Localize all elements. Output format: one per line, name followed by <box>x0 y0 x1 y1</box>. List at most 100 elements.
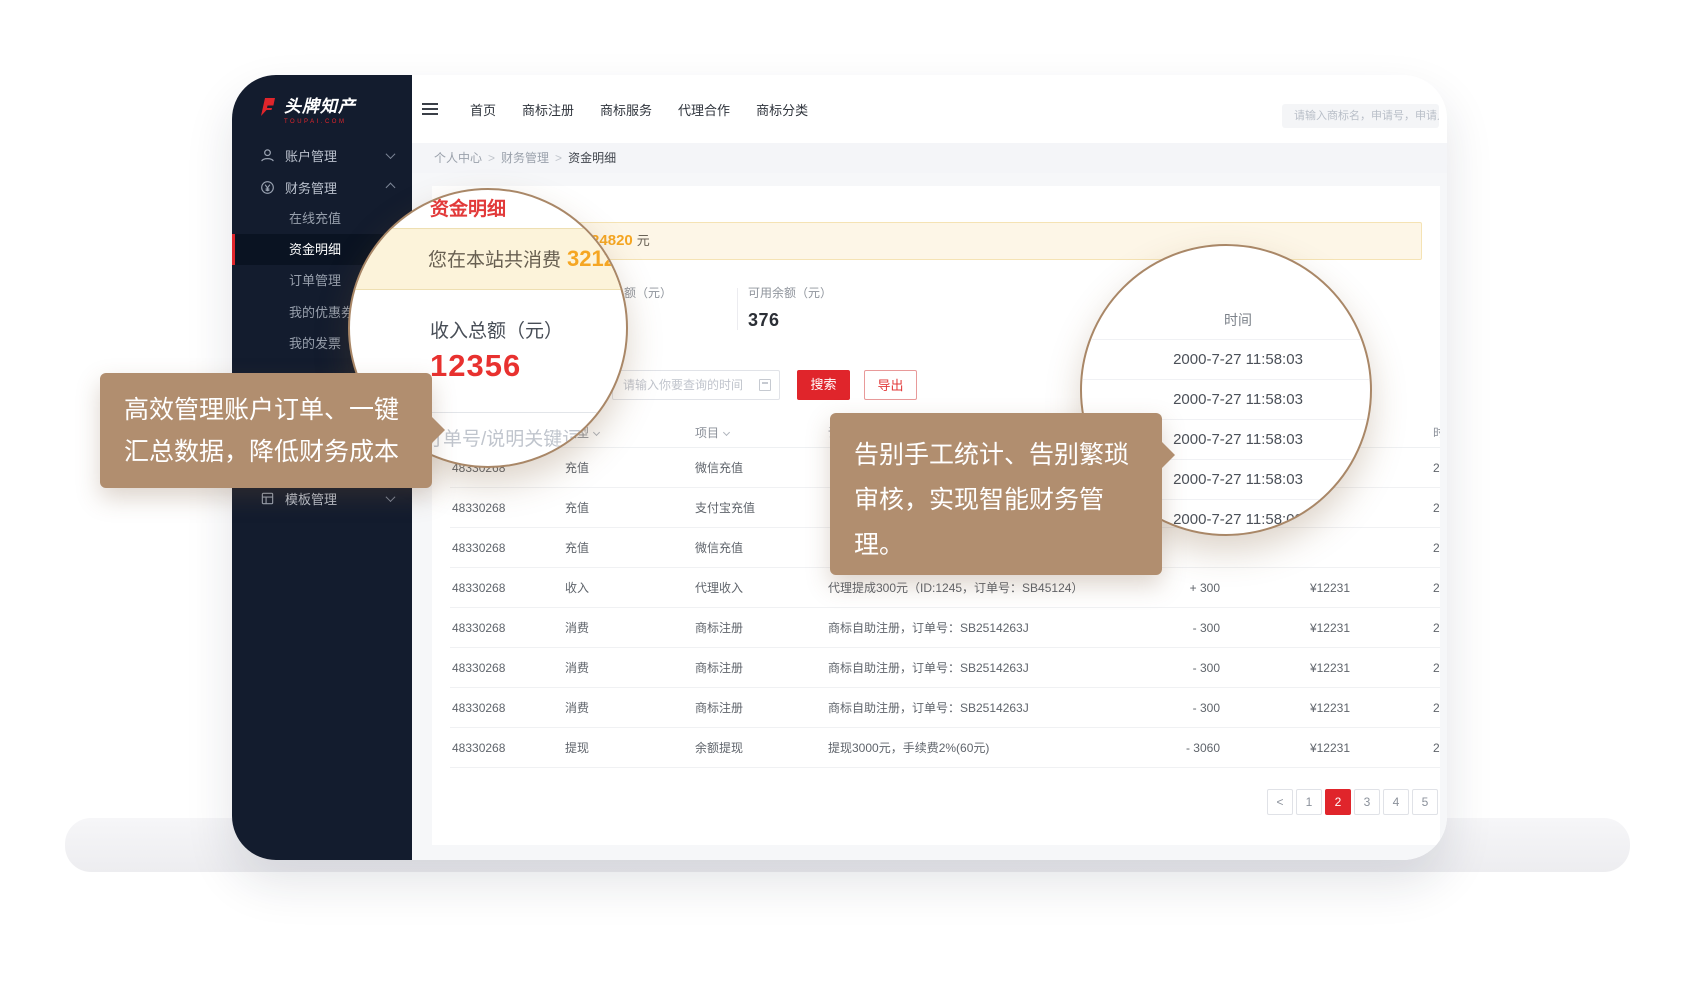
search-button[interactable]: 搜索 <box>797 370 850 400</box>
cell-amount: - 300 <box>1122 648 1220 688</box>
magnified-time-cell: 2000-7-27 11:58:03 <box>1082 339 1370 379</box>
pagination-page-button[interactable]: 5 <box>1412 789 1438 815</box>
cell-order-id: 48330268 <box>452 648 552 688</box>
cell-balance: ¥12231 <box>1252 728 1350 768</box>
cell-time: 2000-7-27 11:58:03 <box>1433 728 1440 768</box>
col-time: 时间 <box>1433 418 1440 448</box>
cell-order-id: 48330268 <box>452 688 552 728</box>
cell-time: 2000-7-27 11:58:03 <box>1433 488 1440 528</box>
cell-time: 2000-7-27 11:58:03 <box>1433 688 1440 728</box>
breadcrumb-item[interactable]: 个人中心 <box>434 151 482 165</box>
breadcrumb-separator: > <box>555 151 562 165</box>
pagination-prev-button[interactable]: < <box>1267 789 1293 815</box>
table-row[interactable]: 48330268消费商标注册商标自助注册，订单号：SB2514263J- 300… <box>450 648 1440 688</box>
magnified-time-header: 时间 <box>1082 302 1370 339</box>
stat-value: 376 <box>748 310 832 331</box>
nav-item-agency[interactable]: 代理合作 <box>678 100 730 119</box>
cell-project: 商标注册 <box>695 688 810 728</box>
chevron-down-icon <box>386 149 396 159</box>
nav-item-category[interactable]: 商标分类 <box>756 100 808 119</box>
template-icon <box>260 491 275 506</box>
magnified-page-title: 资金明细 <box>430 194 506 221</box>
calendar-icon[interactable] <box>759 379 771 391</box>
cell-time: 2000-7-27 11:58:03 <box>1433 528 1440 568</box>
tooltip-arrow-icon <box>431 416 445 444</box>
cell-project: 商标注册 <box>695 648 810 688</box>
trademark-search-input[interactable] <box>1282 104 1439 128</box>
table-row[interactable]: 48330268 提现余额提现提现3000元，手续费2%(60元)- 3060 ¥1… <box>450 728 1440 768</box>
magnified-banner: 您在本站共消费32124 <box>350 228 626 290</box>
cell-time: 2000-7-27 11:58:03 <box>1433 448 1440 488</box>
cell-project: 微信充值 <box>695 528 810 568</box>
menu-toggle-icon[interactable] <box>422 103 438 115</box>
cell-type: 充值 <box>565 528 655 568</box>
cell-project: 代理收入 <box>695 568 810 608</box>
pagination-page-button-active[interactable]: 2 <box>1325 789 1351 815</box>
cell-balance: ¥12231 <box>1252 568 1350 608</box>
brand-name: 头牌知产 <box>284 97 356 117</box>
table-row[interactable]: 48330268消费商标注册商标自助注册，订单号：SB2514263J- 300… <box>450 608 1440 648</box>
main-nav: 首页 商标注册 商标服务 代理合作 商标分类 <box>470 75 808 143</box>
callout-text: 理。 <box>854 523 1162 568</box>
col-project[interactable]: 项目 <box>695 418 810 448</box>
table-row[interactable]: 48330268 消费商标注册商标自助注册，订单号：SB2514263J- 300… <box>450 688 1440 728</box>
nav-item-home[interactable]: 首页 <box>470 100 496 119</box>
cell-type: 消费 <box>565 608 655 648</box>
brand-logo-icon <box>258 97 278 117</box>
nav-item-register[interactable]: 商标注册 <box>522 100 574 119</box>
top-navbar: 首页 商标注册 商标服务 代理合作 商标分类 <box>412 75 1447 143</box>
sidebar-item-finance[interactable]: 财务管理 <box>232 172 412 202</box>
cell-project: 余额提现 <box>695 728 810 768</box>
magnified-input-edge <box>402 412 626 413</box>
callout-text: 审核，实现智能财务管 <box>854 478 1162 523</box>
pagination-page-button[interactable]: 1 <box>1296 789 1322 815</box>
sort-caret-icon <box>593 429 600 436</box>
cell-balance: ¥12231 <box>1252 688 1350 728</box>
sort-caret-icon <box>723 429 730 436</box>
finance-icon <box>260 180 275 195</box>
cell-order-id: 48330268 <box>452 728 552 768</box>
nav-item-services[interactable]: 商标服务 <box>600 100 652 119</box>
pagination: < 1 2 3 4 5 <box>1267 789 1438 815</box>
breadcrumb: 个人中心 > 财务管理 > 资金明细 <box>412 143 1447 173</box>
cell-type: 充值 <box>565 448 655 488</box>
cell-balance: ¥12231 <box>1252 648 1350 688</box>
cell-amount: - 300 <box>1122 608 1220 648</box>
sidebar-item-label: 模板管理 <box>285 489 337 508</box>
chevron-down-icon <box>386 492 396 502</box>
cell-amount: - 3060 <box>1122 728 1220 768</box>
stat-balance: 可用余额（元） 376 <box>748 284 832 331</box>
cell-type: 收入 <box>565 568 655 608</box>
cell-desc: 商标自助注册，订单号：SB2514263J <box>828 688 1120 728</box>
cell-time: 2000-7-27 11:58:03 <box>1433 648 1440 688</box>
sidebar-item-account[interactable]: 账户管理 <box>232 140 412 170</box>
date-filter-input[interactable] <box>612 370 780 400</box>
callout-text: 高效管理账户订单、一键 <box>124 389 432 431</box>
callout-text: 告别手工统计、告别繁琐 <box>854 433 1162 478</box>
brand-logo[interactable]: 头牌知产 TOUPAI.COM <box>258 97 356 125</box>
active-indicator <box>232 234 235 265</box>
cell-type: 充值 <box>565 488 655 528</box>
cell-project: 支付宝充值 <box>695 488 810 528</box>
cell-type: 提现 <box>565 728 655 768</box>
breadcrumb-current: 资金明细 <box>568 151 616 165</box>
cell-amount: - 300 <box>1122 688 1220 728</box>
breadcrumb-separator: > <box>488 151 495 165</box>
cell-order-id: 48330268 <box>452 608 552 648</box>
right-callout-tooltip: 告别手工统计、告别繁琐 审核，实现智能财务管 理。 <box>830 413 1162 575</box>
breadcrumb-item[interactable]: 财务管理 <box>501 151 549 165</box>
banner-suffix: 元 <box>637 233 650 248</box>
pagination-page-button[interactable]: 3 <box>1354 789 1380 815</box>
tooltip-arrow-icon <box>1161 441 1175 469</box>
export-button[interactable]: 导出 <box>864 370 917 400</box>
pagination-page-button[interactable]: 4 <box>1383 789 1409 815</box>
cell-balance: ¥12231 <box>1252 608 1350 648</box>
magnified-input-placeholder: 订单号/说明关键词 <box>424 424 581 451</box>
cell-desc: 商标自助注册，订单号：SB2514263J <box>828 648 1120 688</box>
cell-desc: 提现3000元，手续费2%(60元) <box>828 728 1120 768</box>
cell-time: 2000-7-27 11:58:03 <box>1433 608 1440 648</box>
laptop-mockup: 头牌知产 TOUPAI.COM 账户管理 财务管理 在线充值 资金明细 订单管理… <box>0 0 1696 1002</box>
cell-type: 消费 <box>565 688 655 728</box>
sidebar-item-label: 财务管理 <box>285 178 337 197</box>
cell-order-id: 48330268 <box>452 568 552 608</box>
